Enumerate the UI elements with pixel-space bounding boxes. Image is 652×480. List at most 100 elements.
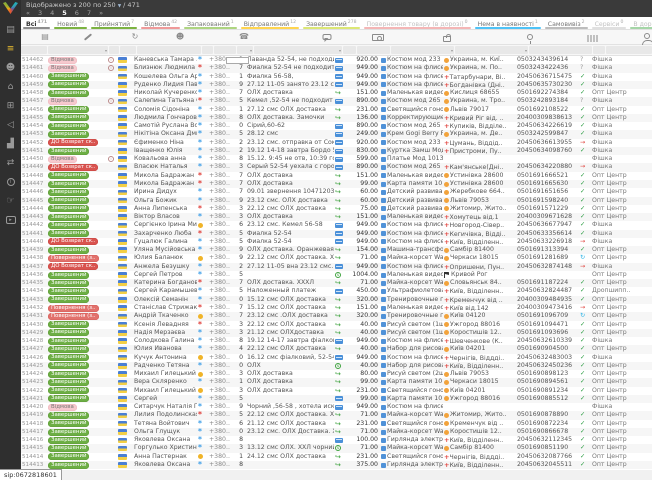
tab-в-дорозі-додому[interactable]: В дорозі додому0 bbox=[628, 17, 652, 29]
order-row[interactable]: 514429ЗавершенийНадія Мерзаєва*+380...32… bbox=[21, 329, 652, 337]
order-row[interactable]: 514456ЗавершенийСоломія Сідоніна*+380...… bbox=[21, 106, 652, 114]
page-button-6[interactable]: 6 bbox=[75, 9, 79, 17]
column-filter[interactable] bbox=[202, 46, 213, 54]
sidebar-item-support[interactable]: ☞ bbox=[0, 191, 21, 210]
sidebar-item-orders[interactable]: ≡ bbox=[0, 39, 21, 58]
order-row[interactable]: 514425ЗавершенийРадченко Тетяна*+380...0… bbox=[21, 362, 652, 370]
app-logo[interactable] bbox=[3, 2, 18, 14]
order-row[interactable]: 514454ЗавершенийСамотій Руслана Во..*+38… bbox=[21, 122, 652, 130]
first-page-button[interactable]: « bbox=[26, 9, 30, 17]
order-row[interactable]: 514442ЗавершенийСергієнко Ірина Ми..+380… bbox=[21, 221, 652, 229]
tab-нема-в-наявності[interactable]: Нема в наявності1 bbox=[473, 17, 543, 29]
sidebar-item-settings[interactable]: ⇄ bbox=[0, 153, 21, 172]
column-filter[interactable]: ▾ bbox=[254, 46, 342, 54]
comment-column-icon[interactable] bbox=[323, 32, 332, 40]
tab-завершений[interactable]: Завершений278 bbox=[301, 17, 361, 29]
column-filter[interactable] bbox=[214, 46, 236, 54]
order-row[interactable]: 514422ЗавершенийМихаил Гилецький+380...3… bbox=[21, 387, 652, 395]
order-row[interactable]: 514450ВідмоваiКовальова анна*+380...815.… bbox=[21, 155, 652, 163]
column-filter[interactable]: ▾ bbox=[237, 46, 253, 54]
column-filter[interactable]: ▾ bbox=[455, 46, 528, 54]
column-filter[interactable] bbox=[137, 46, 201, 54]
order-row[interactable]: 514438Повернення (з..Юлия Баланюк+380...… bbox=[21, 254, 652, 262]
order-row[interactable]: 514460ЗавершенийКошелева Ольга Ар..*+380… bbox=[21, 73, 652, 81]
page-button-5[interactable]: 5 bbox=[62, 9, 67, 17]
order-row[interactable]: 514431Повернення (з..Андрій Ткаченко+380… bbox=[21, 312, 652, 320]
column-filter[interactable] bbox=[120, 46, 136, 54]
sidebar-item-dashboard[interactable]: ▤ bbox=[0, 20, 21, 39]
tab-відмова[interactable]: Відмова42 bbox=[139, 17, 182, 29]
tab-новий[interactable]: Новий48 bbox=[52, 17, 89, 29]
order-row[interactable]: 514457ВідмоваiСалепина Татьяна С..*+380.… bbox=[21, 97, 652, 105]
order-row[interactable]: 514444ЗавершенийАнна Липенська*+380...32… bbox=[21, 205, 652, 213]
column-filter[interactable] bbox=[529, 46, 592, 54]
column-filter[interactable] bbox=[357, 46, 390, 54]
order-row[interactable]: 514414ЗавершенийАнна Пастернак+380...124… bbox=[21, 453, 652, 461]
order-row[interactable]: 514455ЗавершенийЛюдмила Гончарова*+380..… bbox=[21, 114, 652, 122]
order-row[interactable]: 514446ЗавершенийИрина Дидух*+380...709.0… bbox=[21, 188, 652, 196]
status-column-icon[interactable] bbox=[84, 32, 93, 38]
order-row[interactable]: 514421ЗавершенийСергей*+380...599.00Карт… bbox=[21, 395, 652, 403]
order-row[interactable]: 514428ЗавершенийСолодкова Галина В..*+38… bbox=[21, 337, 652, 345]
payment-column-icon[interactable] bbox=[372, 32, 384, 41]
tab-всі[interactable]: Всі471 bbox=[21, 17, 52, 29]
order-row[interactable]: 514435ЗавершенийКатерина Богданова*+380.… bbox=[21, 279, 652, 287]
order-row[interactable]: 514459ЗавершенийРуденко Лидия Пав..*+380… bbox=[21, 81, 652, 89]
product-column-icon[interactable] bbox=[443, 32, 451, 42]
sidebar-item-clients[interactable]: ☻ bbox=[0, 58, 21, 77]
order-row[interactable]: 514426ЗавершенийКучук Антонина+380...016… bbox=[21, 354, 652, 362]
order-row[interactable]: 514415ЗавершенийГоргулько Христина..*+38… bbox=[21, 444, 652, 452]
order-row[interactable]: 514420ВідмоваСитарчук Наталія Гр..*+380.… bbox=[21, 403, 652, 411]
order-row[interactable]: 514451ЗавершенийІващенко Юлія*+380...219… bbox=[21, 147, 652, 155]
order-row[interactable]: 514458ЗавершенийНиколай Кучеренко*+380..… bbox=[21, 89, 652, 97]
ttn-column-icon[interactable] bbox=[588, 32, 599, 42]
order-row[interactable]: 514445ЗавершенийОльга Божик*+380...923.1… bbox=[21, 197, 652, 205]
sidebar-item-company[interactable]: ⌂ bbox=[0, 77, 21, 96]
order-row[interactable]: 514413ЗавершенийЯковлева Оксана*+380...8… bbox=[21, 461, 652, 469]
tab-самовивіз[interactable]: Самовивіз2 bbox=[543, 17, 590, 29]
order-row[interactable]: 514448ЗавершенийМикола Бадражан*+380...7… bbox=[21, 172, 652, 180]
last-page-button[interactable]: » bbox=[99, 9, 103, 17]
order-row[interactable]: 514447ЗавершенийМикола Бадражан*+380...7… bbox=[21, 180, 652, 188]
column-filter[interactable] bbox=[343, 46, 356, 54]
id-column-icon[interactable]: ▤ bbox=[41, 32, 49, 42]
order-row[interactable]: 514427ЗавершенийЮлия Иванова*+380...422.… bbox=[21, 345, 652, 353]
order-row[interactable]: 514443ЗавершенийВіктор Власов*+380...3ОЛ… bbox=[21, 213, 652, 221]
manager-column-icon[interactable] bbox=[644, 32, 650, 39]
phone-column-icon[interactable]: ☎ bbox=[239, 32, 249, 42]
column-filter[interactable] bbox=[21, 46, 47, 54]
order-row[interactable]: 514416ЗавершенийЯковлева Оксана*+380...8… bbox=[21, 436, 652, 444]
sidebar-item-video[interactable]: ▸ bbox=[0, 210, 21, 229]
order-row[interactable]: 514452ДО Возврат ск..Єфименко Ніна*+380.… bbox=[21, 139, 652, 147]
sidebar-item-stats[interactable]: ▟ bbox=[0, 134, 21, 153]
order-row[interactable]: 514453ЗавершенийНікітіна Оксана Дми..*+3… bbox=[21, 130, 652, 138]
order-row[interactable]: 514461ВідмоваiБлизнюк Людмила ..*+380...… bbox=[21, 64, 652, 72]
tab-повернення-товару-(в-дорозі)[interactable]: Повернення товару (в дорозі)0 bbox=[362, 17, 473, 29]
address-column-icon[interactable] bbox=[527, 32, 533, 40]
column-filter[interactable]: ▾ bbox=[391, 46, 454, 54]
sidebar-item-cart[interactable]: ⊞ bbox=[0, 96, 21, 115]
order-row[interactable]: 514418ЗавершенийТетяна Войтович*+380...6… bbox=[21, 420, 652, 428]
order-row[interactable]: 514434ЗавершенийСергей Карамышев*+380...… bbox=[21, 287, 652, 295]
tab-запакований[interactable]: Запакований1 bbox=[182, 17, 239, 29]
column-filter[interactable] bbox=[109, 46, 119, 54]
sidebar-item-megaphone[interactable]: ◁ bbox=[0, 115, 21, 134]
sidebar-item-info[interactable]: i bbox=[0, 172, 21, 191]
sync-column-icon[interactable]: ↻ bbox=[132, 32, 139, 42]
order-row[interactable]: 514439ЗавершенийУляна Мусійовська*+380..… bbox=[21, 246, 652, 254]
order-row[interactable]: 514440ДО Возврат ск..Гуцалюк Галина*+380… bbox=[21, 238, 652, 246]
column-filter[interactable]: ▾ bbox=[48, 46, 108, 54]
tab-відправлений[interactable]: Відправлений12 bbox=[239, 17, 301, 29]
column-filter[interactable] bbox=[606, 46, 652, 54]
order-row[interactable]: 514424ЗавершенийМихаил Гилецький+380...3… bbox=[21, 370, 652, 378]
order-row[interactable]: 514441ЗавершенийЗахарченко Люба*+380...5… bbox=[21, 230, 652, 238]
inline-edit-input[interactable] bbox=[226, 57, 249, 64]
order-row[interactable]: 514430ЗавершенийКсенія Левадняя*+380...3… bbox=[21, 321, 652, 329]
page-button-7[interactable]: 7 bbox=[87, 9, 91, 17]
column-filter[interactable] bbox=[593, 46, 605, 54]
order-row[interactable]: 514436ЗавершенийСергей Петров*+380...5$1… bbox=[21, 271, 652, 279]
order-row[interactable]: 514433ЗавершенийОлексій Семанін*+380...0… bbox=[21, 296, 652, 304]
order-row[interactable]: 514417ЗавершенийОльга Глущук*+380...023.… bbox=[21, 428, 652, 436]
client-column-icon[interactable]: ☻ bbox=[176, 32, 184, 42]
order-row[interactable]: 514449ДО Возврат ск..Власюк Наталья*+380… bbox=[21, 163, 652, 171]
